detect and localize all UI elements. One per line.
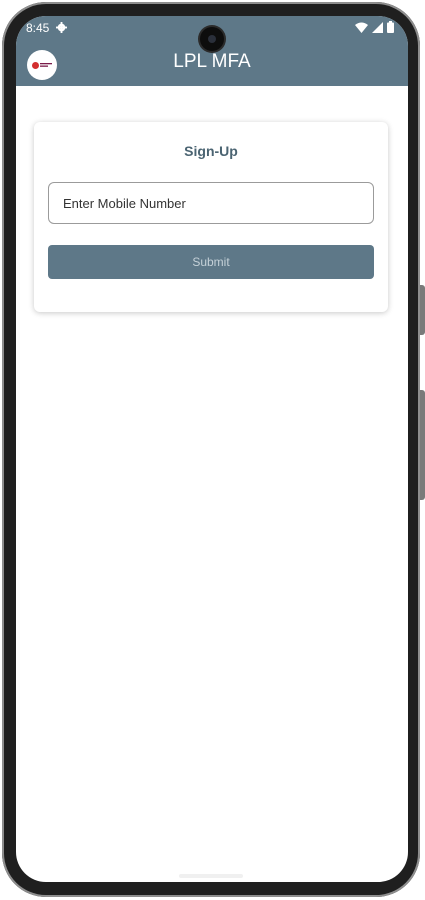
signal-icon [372,21,383,33]
phone-screen: 8:45 LPL MFA Sign-Up Enter Mobile Number… [16,16,408,882]
wifi-icon [355,22,368,33]
status-icons [355,21,394,33]
signup-card: Sign-Up Submit [34,122,388,312]
power-button [420,390,425,500]
phone-device: 8:45 LPL MFA Sign-Up Enter Mobile Number… [0,0,425,900]
mobile-number-input[interactable] [48,182,374,224]
app-bar: 8:45 LPL MFA [16,16,408,86]
signup-title: Sign-Up [184,143,238,159]
status-time: 8:45 [26,21,50,35]
app-title: LPL MFA [173,51,251,72]
home-indicator[interactable] [179,874,243,878]
gear-icon [56,22,67,33]
battery-icon [387,21,394,33]
submit-button[interactable]: Submit [48,245,374,279]
volume-button [420,285,425,335]
front-camera [200,27,224,51]
